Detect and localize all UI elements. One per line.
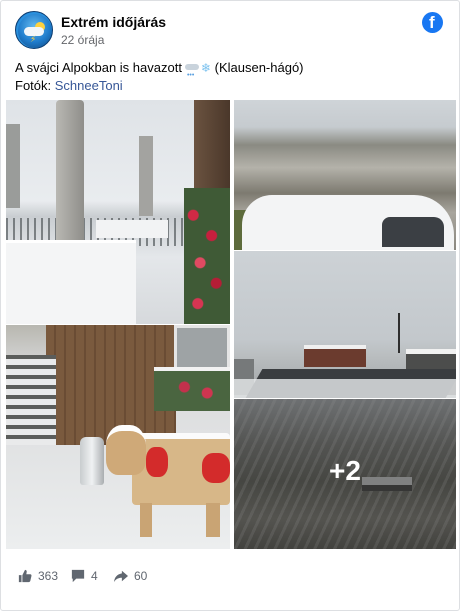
photo-credit-label: Fotók: <box>15 78 55 93</box>
snowy-terrace-photo[interactable] <box>6 100 230 324</box>
page-name[interactable]: Extrém időjárás <box>61 14 166 30</box>
share-count-button[interactable]: 60 <box>114 569 147 583</box>
post-timestamp[interactable]: 22 órája <box>61 33 104 47</box>
post-card: ⚡ Extrém időjárás 22 órája f A svájci Al… <box>0 0 460 611</box>
like-count-button[interactable]: 363 <box>18 569 58 583</box>
caption-main: A svájci Alpokban is havazott <box>15 60 182 75</box>
rain-cloud-icon <box>184 62 200 84</box>
comment-count-button[interactable]: 4 <box>71 569 98 583</box>
more-photos-count[interactable]: +2 <box>234 454 456 488</box>
photo-gallery: +2 <box>4 100 458 551</box>
thumbs-up-icon <box>18 569 32 583</box>
share-arrow-icon <box>114 570 128 583</box>
post-caption: A svájci Alpokban is havazott ❄ (Klausen-… <box>15 59 445 84</box>
post-text: A svájci Alpokban is havazott ❄ (Klausen-… <box>15 59 445 94</box>
like-count: 363 <box>38 569 59 583</box>
photographer-link[interactable]: SchneeToni <box>55 78 123 93</box>
cow-bench-snow-photo[interactable] <box>6 325 230 549</box>
page-avatar[interactable]: ⚡ <box>15 11 53 49</box>
reaction-bar: 363 4 60 <box>1 557 459 595</box>
comment-icon <box>71 569 85 583</box>
snowflake-icon: ❄ <box>200 61 211 75</box>
facebook-logo-icon[interactable]: f <box>422 12 443 33</box>
snowy-slope-photo[interactable]: +2 <box>234 399 456 549</box>
foggy-pass-hotel-photo[interactable] <box>234 251 456 398</box>
photo-credit: Fotók: SchneeToni <box>15 77 445 94</box>
caption-location: (Klausen-hágó) <box>211 60 304 75</box>
snowy-car-mountain-photo[interactable] <box>234 100 456 250</box>
share-count: 60 <box>134 569 148 583</box>
comment-count: 4 <box>91 569 98 583</box>
